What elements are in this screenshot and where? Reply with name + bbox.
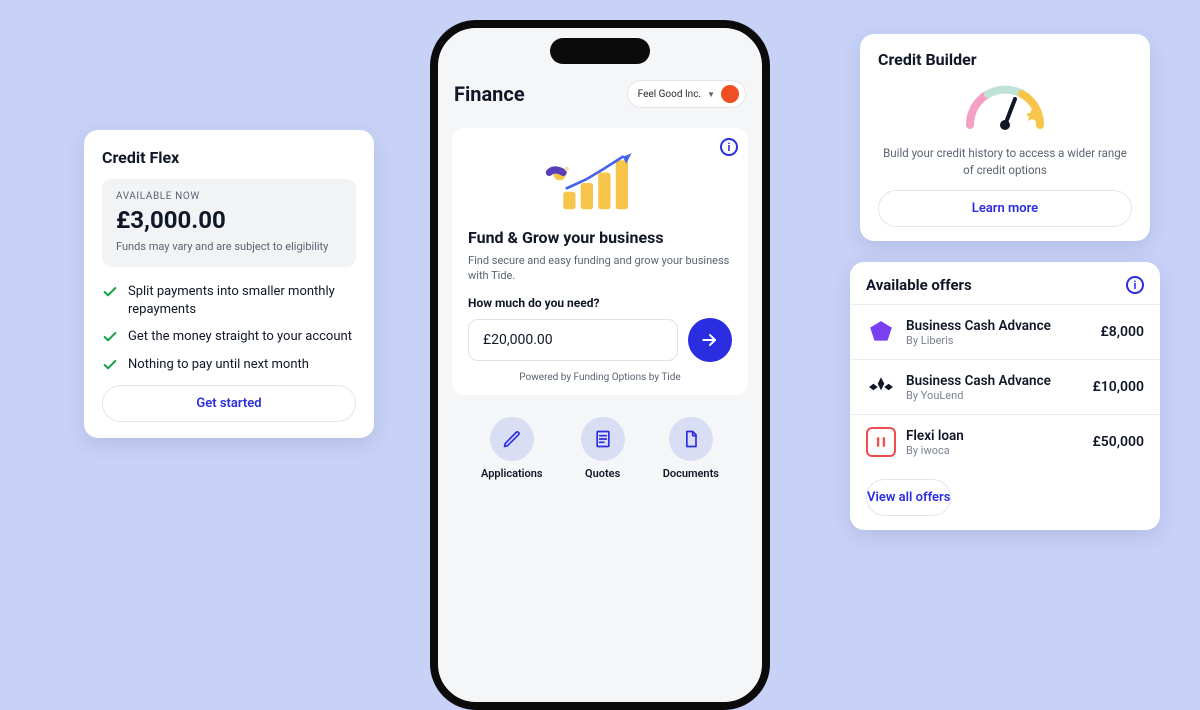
- page-title: Finance: [454, 82, 525, 106]
- credit-flex-amount: £3,000.00: [116, 206, 342, 234]
- check-icon: [102, 329, 118, 345]
- fund-grow-card: i Fund & Grow your business Find secure …: [452, 128, 748, 395]
- check-icon: [102, 357, 118, 373]
- liberis-icon: [866, 317, 896, 347]
- org-avatar: [721, 85, 739, 103]
- check-icon: [102, 284, 118, 300]
- action-label: Quotes: [585, 467, 620, 480]
- credit-flex-title: Credit Flex: [102, 148, 356, 167]
- info-icon[interactable]: i: [720, 138, 738, 156]
- amount-question: How much do you need?: [468, 296, 732, 310]
- org-name: Feel Good Inc.: [638, 89, 701, 100]
- offer-amount: £8,000: [1100, 324, 1144, 340]
- credit-builder-desc: Build your credit history to access a wi…: [878, 145, 1132, 178]
- offer-provider: By Liberis: [906, 334, 1090, 347]
- offer-amount: £10,000: [1092, 379, 1144, 395]
- amount-input[interactable]: [468, 319, 678, 361]
- offer-provider: By YouLend: [906, 389, 1082, 402]
- phone-mock: Finance Feel Good Inc. ▼ i Fund & Grow y…: [430, 20, 770, 710]
- applications-action[interactable]: Applications: [481, 417, 543, 480]
- credit-flex-available-box: AVAILABLE NOW £3,000.00 Funds may vary a…: [102, 179, 356, 267]
- action-label: Documents: [663, 467, 719, 480]
- offer-amount: £50,000: [1092, 434, 1144, 450]
- quotes-action[interactable]: Quotes: [581, 417, 625, 480]
- hero-title: Fund & Grow your business: [468, 228, 732, 247]
- offer-row[interactable]: Flexi loan By iwoca £50,000: [850, 414, 1160, 469]
- credit-flex-feature: Get the money straight to your account: [102, 328, 356, 346]
- available-now-label: AVAILABLE NOW: [116, 191, 342, 202]
- powered-by-text: Powered by Funding Options by Tide: [468, 372, 732, 383]
- offer-provider: By iwoca: [906, 444, 1082, 457]
- credit-flex-feature: Nothing to pay until next month: [102, 356, 356, 374]
- offer-row[interactable]: Business Cash Advance By Liberis £8,000: [850, 304, 1160, 359]
- learn-more-button[interactable]: Learn more: [878, 190, 1132, 227]
- hero-illustration: [468, 148, 732, 218]
- offer-name: Business Cash Advance: [906, 318, 1090, 334]
- chevron-down-icon: ▼: [707, 90, 715, 99]
- offers-title: Available offers: [866, 276, 972, 294]
- hero-subtitle: Find secure and easy funding and grow yo…: [468, 253, 732, 284]
- credit-flex-disclaimer: Funds may vary and are subject to eligib…: [116, 240, 342, 253]
- receipt-icon: [593, 429, 613, 449]
- gauge-icon: [960, 79, 1050, 135]
- quick-actions: Applications Quotes Documents: [462, 417, 738, 480]
- available-offers-card: Available offers i Business Cash Advance…: [850, 262, 1160, 530]
- offers-header: Available offers i: [850, 276, 1160, 304]
- youlend-icon: [866, 372, 896, 402]
- arrow-right-icon: [700, 330, 720, 350]
- growth-chart-icon: [545, 148, 655, 218]
- action-label: Applications: [481, 467, 543, 480]
- credit-builder-card: Credit Builder Build your credit history…: [860, 34, 1150, 241]
- feature-text: Nothing to pay until next month: [128, 356, 309, 374]
- org-selector[interactable]: Feel Good Inc. ▼: [627, 80, 746, 108]
- document-icon: [681, 429, 701, 449]
- amount-row: [468, 318, 732, 362]
- offer-name: Business Cash Advance: [906, 373, 1082, 389]
- submit-amount-button[interactable]: [688, 318, 732, 362]
- view-all-offers-button[interactable]: View all offers: [866, 479, 951, 516]
- credit-flex-feature: Split payments into smaller monthly repa…: [102, 283, 356, 318]
- get-started-button[interactable]: Get started: [102, 385, 356, 422]
- offer-name: Flexi loan: [906, 428, 1082, 444]
- credit-flex-card: Credit Flex AVAILABLE NOW £3,000.00 Fund…: [84, 130, 374, 438]
- iwoca-icon: [866, 427, 896, 457]
- gauge-illustration: [878, 79, 1132, 135]
- documents-action[interactable]: Documents: [663, 417, 719, 480]
- feature-text: Split payments into smaller monthly repa…: [128, 283, 356, 318]
- phone-notch: [550, 38, 650, 64]
- offer-row[interactable]: Business Cash Advance By YouLend £10,000: [850, 359, 1160, 414]
- feature-text: Get the money straight to your account: [128, 328, 352, 346]
- pencil-icon: [502, 429, 522, 449]
- credit-builder-title: Credit Builder: [878, 50, 1132, 69]
- info-icon[interactable]: i: [1126, 276, 1144, 294]
